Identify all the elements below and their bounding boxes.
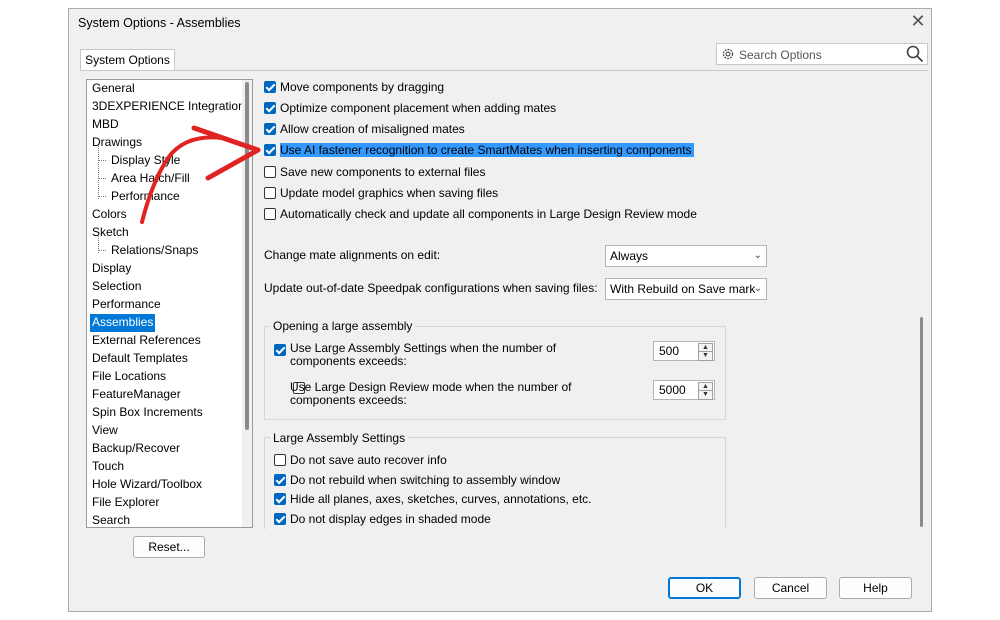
annotation-arrow-icon bbox=[140, 125, 261, 224]
